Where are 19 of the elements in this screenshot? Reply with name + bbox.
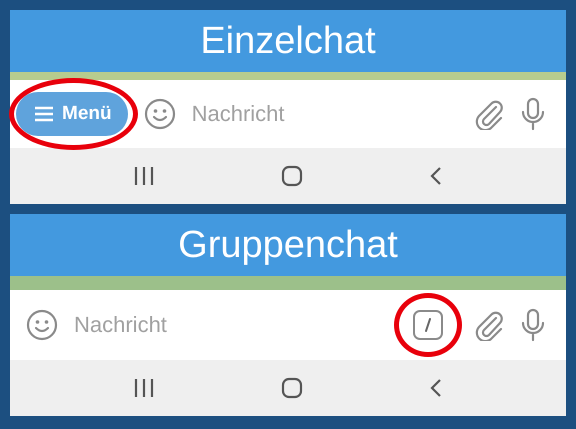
home-icon[interactable] [281, 165, 303, 187]
home-icon[interactable] [281, 377, 303, 399]
microphone-icon[interactable] [520, 308, 546, 342]
menu-icon [34, 106, 54, 122]
back-icon[interactable] [429, 165, 443, 187]
message-field[interactable]: Nachricht [192, 101, 458, 127]
emoji-icon[interactable] [26, 309, 58, 341]
recent-apps-icon[interactable] [133, 165, 155, 187]
emoji-icon[interactable] [144, 98, 176, 130]
microphone-icon[interactable] [520, 97, 546, 131]
recent-apps-icon[interactable] [133, 377, 155, 399]
message-field[interactable]: Nachricht [74, 312, 396, 338]
slash-command-icon[interactable] [412, 309, 444, 341]
menu-button[interactable]: Menü [16, 92, 128, 136]
panel-title: Einzelchat [10, 10, 566, 72]
back-icon[interactable] [429, 377, 443, 399]
paperclip-icon[interactable] [474, 98, 504, 130]
paperclip-icon[interactable] [474, 309, 504, 341]
panel-title: Gruppenchat [10, 214, 566, 276]
